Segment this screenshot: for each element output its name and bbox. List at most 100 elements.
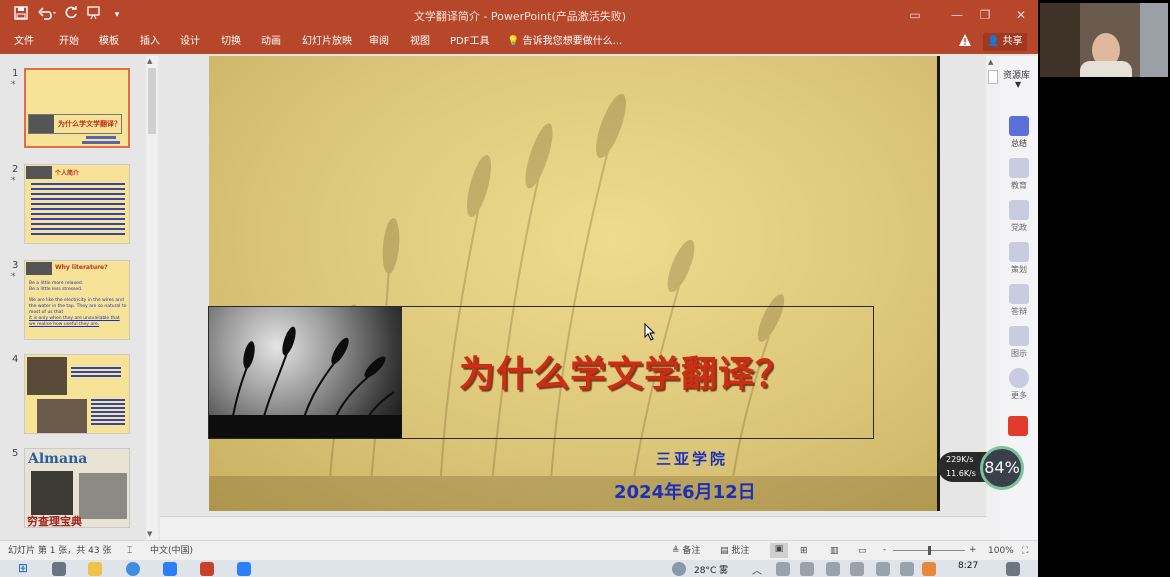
minimize-icon[interactable]: — [946, 6, 968, 24]
thumbnail-slide-3[interactable]: Why literature? Be a little more relaxed… [24, 260, 130, 340]
redo-icon[interactable] [64, 6, 82, 24]
share-label: 共享 [1002, 36, 1023, 47]
tab-home[interactable]: 开始 [59, 34, 79, 50]
input-method-icon[interactable] [900, 562, 914, 576]
animation-star: * [11, 176, 16, 186]
thumbnail-text-lines [71, 367, 121, 369]
slide-title[interactable]: 为什么学文学翻译？ [459, 345, 819, 397]
save-icon[interactable] [14, 6, 32, 24]
file-explorer-icon[interactable] [88, 562, 102, 576]
slide-sorter-icon[interactable]: ⊞ [800, 545, 808, 557]
share-button[interactable]: 👤 共享 [983, 33, 1027, 51]
thumbnail-scrollbar[interactable]: ▲ ▼ [146, 56, 158, 540]
zoom-in-button[interactable]: + [969, 544, 977, 556]
thumbnail-line: Be a little less stressed. [29, 287, 83, 292]
taskbar-clock[interactable]: 8:27 [958, 561, 978, 571]
sidebar-item-summary[interactable]: 总结 [1004, 116, 1034, 149]
normal-view-icon[interactable]: ▣ [770, 543, 788, 558]
pen-icon[interactable] [876, 562, 890, 576]
notes-pane-edge[interactable] [160, 516, 986, 540]
scroll-thumb[interactable] [988, 70, 998, 84]
windows-start-icon[interactable]: ⊞ [18, 561, 28, 575]
slideshow-view-icon[interactable]: ▭ [858, 545, 867, 557]
powerpoint-taskbar-icon[interactable] [200, 562, 214, 576]
scroll-thumb[interactable] [148, 68, 156, 134]
weather-text[interactable]: 28°C 雾 [694, 563, 728, 576]
fit-to-window-icon[interactable]: ⛶ [1022, 545, 1028, 557]
weather-icon[interactable] [672, 562, 686, 576]
sidebar-item-label: 总结 [1011, 139, 1027, 148]
tab-pdf-tools[interactable]: PDF工具 [450, 34, 489, 50]
tell-me-search[interactable]: 💡 告诉我您想要做什么... [507, 34, 622, 50]
tell-me-text: 告诉我您想要做什么... [522, 36, 623, 47]
thumbnail-slide-4[interactable] [24, 354, 130, 434]
thumbnail-text-lines [31, 183, 125, 185]
antivirus-icon[interactable] [922, 562, 936, 576]
browser-icon[interactable] [126, 562, 140, 576]
slide-canvas[interactable] [209, 56, 939, 511]
tray-icon[interactable] [776, 562, 790, 576]
zoom-slider-thumb[interactable] [928, 546, 931, 555]
undo-icon[interactable] [38, 6, 60, 24]
chevron-down-icon[interactable]: ▼ [1015, 80, 1021, 89]
customize-icon[interactable]: ▾ [110, 6, 124, 24]
slide-school-name[interactable]: 三亚学院 [656, 448, 728, 469]
thumbnail-slide-5[interactable]: Almana 穷查理宝典 [24, 448, 130, 528]
comments-button[interactable]: ▤ 批注 [720, 545, 749, 557]
thumbnail-heading: Why literature? [55, 264, 108, 271]
title-banner[interactable]: 为什么学文学翻译？ [208, 306, 874, 439]
notification-icon[interactable] [1006, 562, 1020, 576]
tab-animations[interactable]: 动画 [261, 34, 281, 50]
thumbnail-number: 5 [12, 448, 19, 459]
close-icon[interactable]: ✕ [1010, 6, 1032, 24]
tab-design[interactable]: 设计 [180, 34, 200, 50]
language-indicator[interactable]: 中文(中国) [150, 545, 193, 557]
warning-icon[interactable] [958, 33, 972, 49]
sidebar-item-planning[interactable]: 策划 [1004, 242, 1034, 275]
sidebar-item-defense[interactable]: 答辩 [1004, 284, 1034, 317]
thumbnail-slide-2[interactable]: 个人简介 [24, 164, 130, 244]
thumbnail-heading: 个人简介 [55, 170, 80, 177]
thumbnail-slide-1[interactable]: 为什么学文学翻译？ [24, 68, 130, 148]
sidebar-item-party[interactable]: 党政 [1004, 200, 1034, 233]
planning-icon [1009, 242, 1029, 262]
meeting-app-icon[interactable] [237, 562, 251, 576]
tab-file[interactable]: 文件 [14, 34, 34, 50]
slide-date[interactable]: 2024年6月12日 [614, 478, 756, 504]
mouse-cursor-icon [644, 323, 656, 341]
scroll-down-icon[interactable]: ▼ [147, 530, 152, 538]
thumbnail-subtitle-line [86, 136, 116, 139]
wifi-icon[interactable] [826, 562, 840, 576]
ribbon-display-icon[interactable]: ▭ [904, 6, 926, 24]
tab-slideshow[interactable]: 幻灯片放映 [302, 34, 352, 50]
slide-thumbnail-pane: 1 * 为什么学文学翻译？ 2 * 个人简介 3 * Why literatur… [0, 56, 148, 540]
accessibility-icon[interactable]: ⌶ [127, 545, 132, 557]
scroll-up-icon[interactable]: ▲ [988, 58, 993, 66]
tab-transitions[interactable]: 切换 [221, 34, 241, 50]
task-view-icon[interactable] [52, 562, 66, 576]
memory-usage-gauge[interactable]: 84% [980, 446, 1024, 490]
tray-icon[interactable] [800, 562, 814, 576]
ribbon-tabs: 文件 开始 模板 插入 设计 切换 动画 幻灯片放映 审阅 视图 PDF工具 💡… [0, 30, 1038, 54]
tray-chevron-up-icon[interactable]: ︿ [752, 562, 762, 577]
thumbnail-number: 2 [12, 164, 19, 175]
reading-view-icon[interactable]: ▥ [830, 545, 839, 557]
present-icon[interactable] [86, 6, 106, 24]
red-envelope-icon[interactable] [1008, 416, 1028, 436]
zoom-out-button[interactable]: - [883, 544, 886, 556]
sidebar-item-education[interactable]: 教育 [1004, 158, 1034, 191]
notes-button[interactable]: ≜ 备注 [672, 545, 700, 557]
tab-templates[interactable]: 模板 [99, 34, 119, 50]
tab-view[interactable]: 视图 [410, 34, 430, 50]
thumbnail-number: 3 [12, 260, 19, 271]
sidebar-item-diagrams[interactable]: 图示 [1004, 326, 1034, 359]
tab-insert[interactable]: 插入 [140, 34, 160, 50]
volume-icon[interactable] [850, 562, 864, 576]
scroll-up-icon[interactable]: ▲ [147, 57, 152, 65]
tab-review[interactable]: 审阅 [369, 34, 389, 50]
restore-icon[interactable]: ❐ [974, 6, 996, 24]
sidebar-item-more[interactable]: 更多 [1004, 368, 1034, 401]
sidebar-item-label: 图示 [1011, 349, 1027, 358]
tencent-meeting-icon[interactable] [163, 562, 177, 576]
zoom-level[interactable]: 100% [988, 545, 1014, 557]
